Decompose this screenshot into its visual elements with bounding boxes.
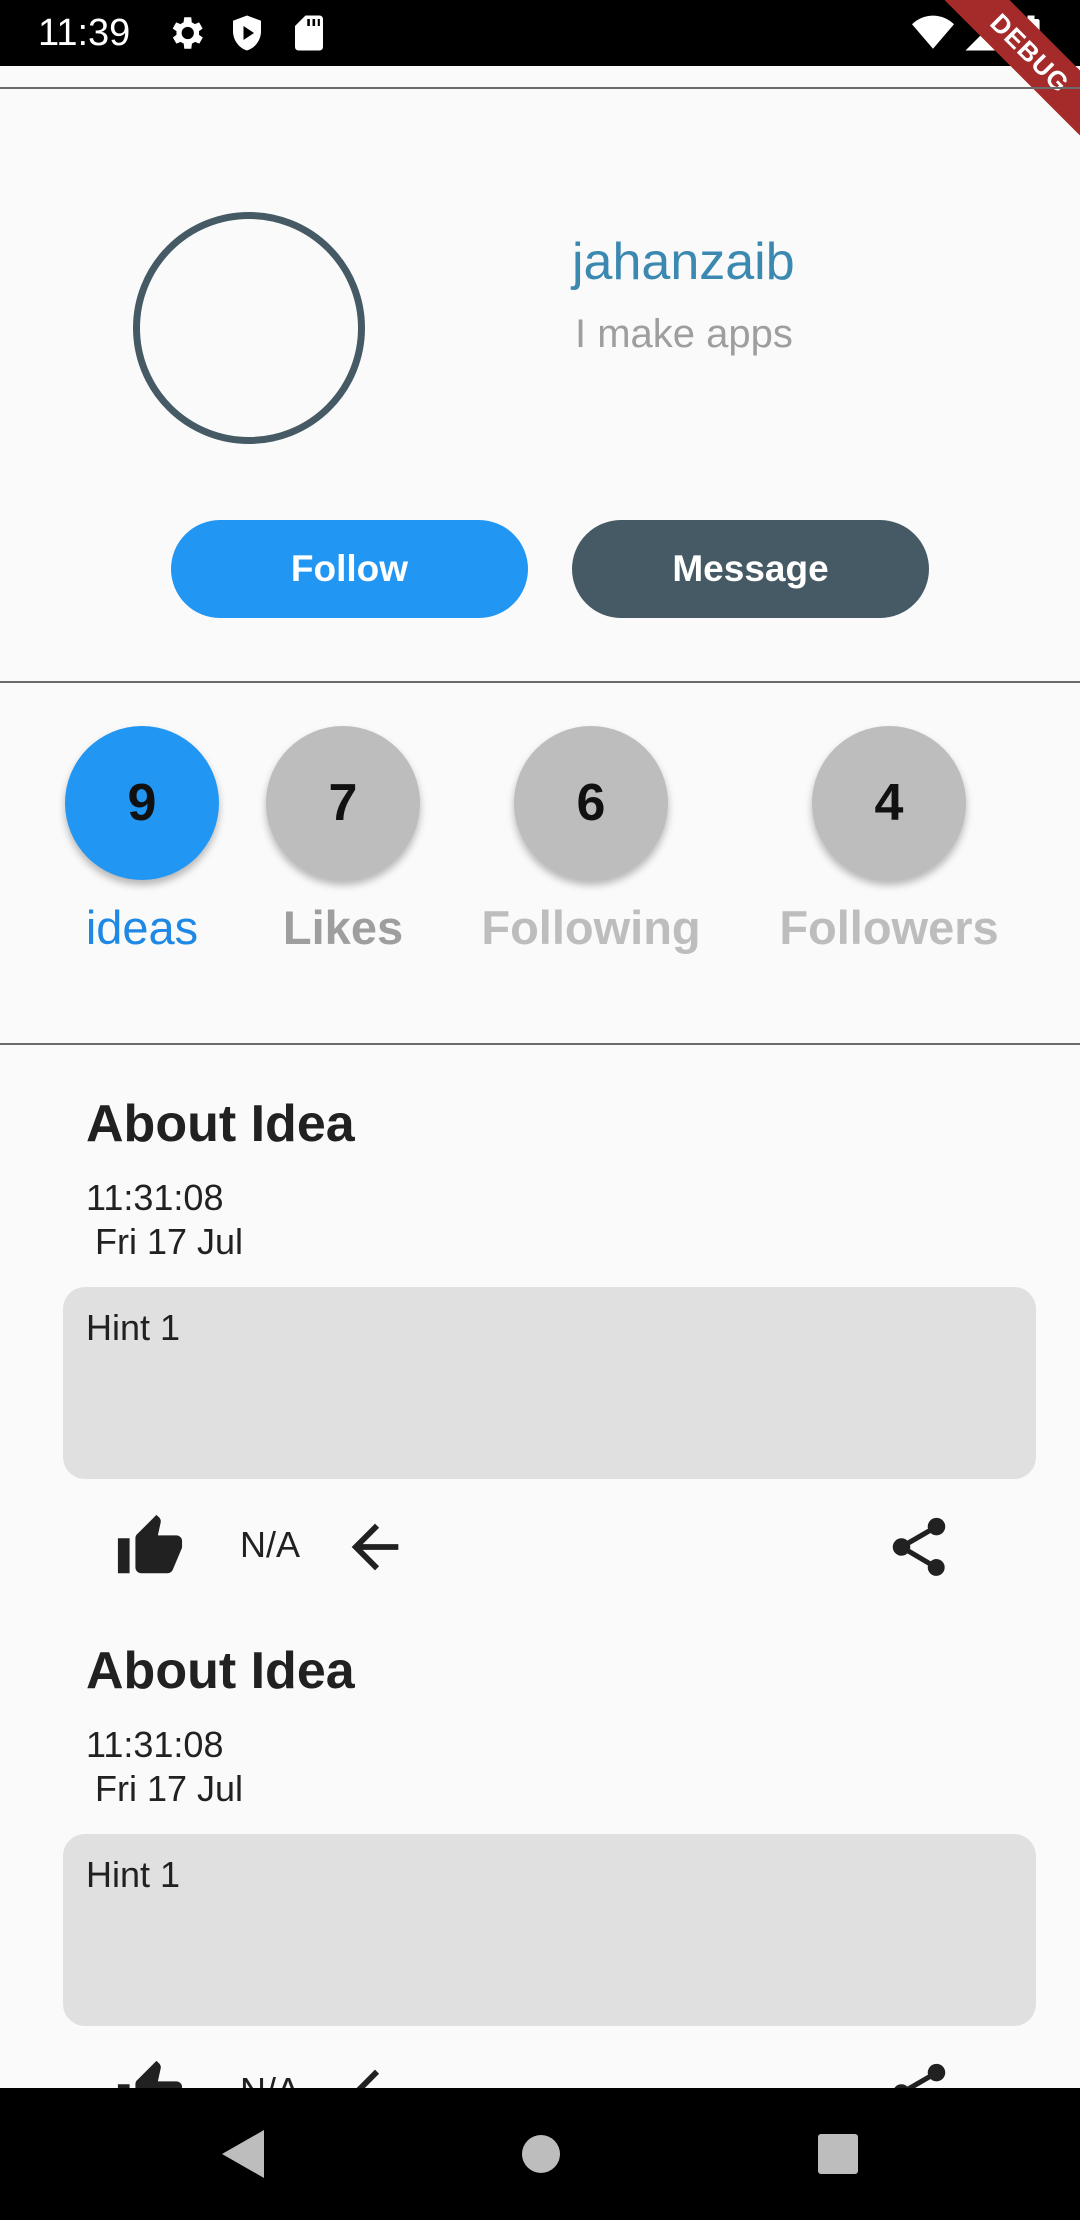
idea-date: Fri 17 Jul: [95, 1221, 244, 1262]
follow-button[interactable]: Follow: [171, 520, 528, 618]
navigation-bar: [0, 2088, 1080, 2220]
idea-hint-box[interactable]: Hint 1: [63, 1834, 1036, 2026]
shield-play-icon: [233, 15, 261, 51]
stat-ideas-label[interactable]: ideas: [42, 900, 242, 955]
idea-likes: N/A: [240, 1524, 301, 1565]
stats-divider: [0, 1043, 1080, 1045]
idea-hint-box[interactable]: Hint 1: [63, 1287, 1036, 1479]
thumb-up-icon[interactable]: [115, 1512, 185, 1582]
nav-back-icon[interactable]: [216, 2126, 266, 2182]
stat-followers-label[interactable]: Followers: [764, 900, 1014, 955]
idea-time: 11:31:08: [86, 1724, 224, 1765]
stat-followers-count[interactable]: 4: [812, 726, 966, 880]
stat-likes-label[interactable]: Likes: [243, 900, 443, 955]
gear-icon: [172, 17, 203, 49]
profile-divider: [0, 681, 1080, 683]
idea-hint: Hint 1: [86, 1307, 181, 1348]
nav-recents-icon[interactable]: [816, 2126, 860, 2182]
idea-time: 11:31:08: [86, 1177, 224, 1218]
sd-card-icon: [295, 15, 323, 51]
idea-hint: Hint 1: [86, 1854, 181, 1895]
idea-date: Fri 17 Jul: [95, 1768, 244, 1809]
wifi-icon: [912, 15, 954, 49]
idea-title: About Idea: [86, 1642, 355, 1700]
message-button[interactable]: Message: [572, 520, 929, 618]
share-icon[interactable]: [884, 1512, 954, 1582]
arrow-back-icon[interactable]: [340, 1512, 410, 1582]
profile-name: jahanzaib: [572, 233, 795, 291]
status-time: 11:39: [38, 12, 131, 54]
avatar[interactable]: [133, 212, 365, 444]
stat-following-count[interactable]: 6: [514, 726, 668, 880]
stat-ideas-count[interactable]: 9: [65, 726, 219, 880]
stat-likes-count[interactable]: 7: [266, 726, 420, 880]
profile-bio: I make apps: [575, 312, 793, 356]
status-bar: 11:39: [0, 0, 1080, 66]
nav-home-icon[interactable]: [520, 2126, 562, 2182]
stat-following-label[interactable]: Following: [471, 900, 711, 955]
idea-title: About Idea: [86, 1095, 355, 1153]
top-divider: [0, 87, 1080, 89]
